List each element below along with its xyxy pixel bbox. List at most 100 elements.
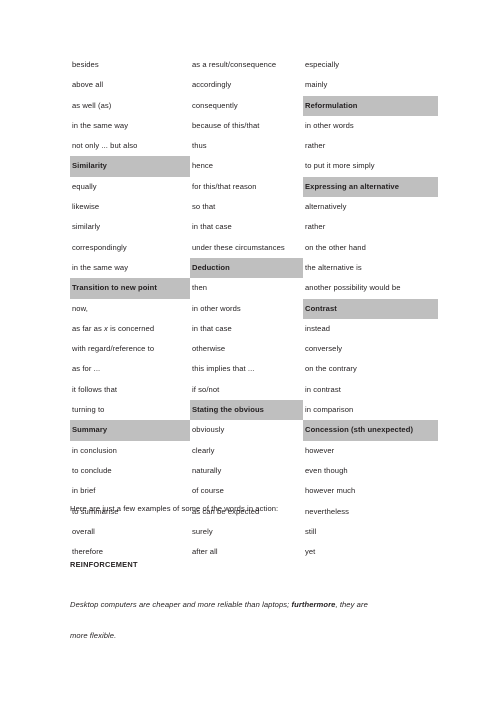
- word-cell: consequently: [192, 100, 238, 110]
- word-cell: in other words: [192, 303, 241, 313]
- word-cell: as well (as): [72, 100, 112, 110]
- table-row: as well (as) consequently Reformulation: [70, 95, 438, 116]
- word-cell: rather: [305, 141, 326, 151]
- word-cell: as far as x is concerned: [72, 323, 155, 333]
- word-cell: surely: [192, 526, 213, 536]
- word-cell: obviously: [192, 425, 225, 435]
- category-header-cell: Reformulation: [303, 95, 438, 116]
- category-header-cell: Contrast: [303, 298, 438, 319]
- italic-variable: x: [104, 323, 108, 333]
- word-cell: another possibility would be: [305, 283, 401, 293]
- category-header-cell: Similarity: [70, 156, 190, 177]
- category-header-cell: Summary: [70, 420, 190, 441]
- word-cell: however much: [305, 486, 356, 496]
- example-sentence-line-1: Desktop computers are cheaper and more r…: [70, 600, 450, 609]
- word-cell: because of this/that: [192, 120, 260, 130]
- word-cell: it follows that: [72, 384, 118, 394]
- table-row: Similarity hence to put it more simply: [70, 156, 438, 177]
- word-cell: likewise: [72, 202, 100, 212]
- table-row: as for ... this implies that ... on the co…: [70, 359, 438, 379]
- word-cell: rather: [305, 222, 326, 232]
- category-header-cell: Expressing an alternative: [303, 176, 438, 198]
- word-cell: otherwise: [192, 344, 226, 354]
- word-cell: correspondingly: [72, 242, 127, 252]
- example-sentence-line-2: more flexible.: [70, 631, 117, 640]
- table-row: in the same way because of this/that in ot…: [70, 116, 438, 136]
- table-row: now, in other words Contrast: [70, 298, 438, 319]
- word-cell: to put it more simply: [305, 161, 375, 171]
- table-row: equally for this/that reason Expressing an…: [70, 176, 438, 198]
- document-page: besides as a result/consequence especially…: [0, 0, 500, 707]
- section-heading-reinforcement: REINFORCEMENT: [70, 560, 138, 569]
- word-cell: as a result/consequence: [192, 60, 277, 69]
- table-row: likewise so that alternatively: [70, 197, 438, 217]
- word-cell: in the same way: [72, 120, 129, 130]
- category-header-cell: Stating the obvious: [190, 400, 303, 421]
- word-cell: mainly: [305, 80, 328, 90]
- category-header-cell: Deduction: [190, 257, 303, 279]
- word-cell: in that case: [192, 323, 232, 333]
- word-cell: still: [305, 526, 317, 536]
- linking-words-table: besides as a result/consequence especially…: [70, 55, 438, 562]
- word-cell: with regard/reference to: [72, 344, 155, 354]
- example-text-after: , they are: [335, 600, 368, 609]
- word-cell: alternatively: [305, 202, 347, 212]
- table-row: in the same way Deduction the alternative …: [70, 257, 438, 279]
- word-cell: in that case: [192, 222, 232, 232]
- table-row: overall surely still: [70, 522, 438, 542]
- word-cell: hence: [192, 161, 214, 171]
- table-row: correspondingly under these circumstances…: [70, 238, 438, 258]
- table-row: similarly in that case rather: [70, 217, 438, 237]
- table-row: not only ... but also thus rather: [70, 136, 438, 156]
- table-row: as far as x is concerned in that case inst…: [70, 319, 438, 339]
- word-cell: under these circumstances: [192, 242, 285, 252]
- table-row: with regard/reference to otherwise convers…: [70, 339, 438, 359]
- table-row: above all accordingly mainly: [70, 75, 438, 95]
- word-cell: this implies that ...: [192, 364, 255, 374]
- word-cell: to conclude: [72, 465, 112, 475]
- category-header-cell: Transition to new point: [70, 278, 190, 299]
- table-row: turning to Stating the obvious in comparis…: [70, 400, 438, 421]
- word-cell: similarly: [72, 222, 101, 232]
- word-cell: thus: [192, 141, 207, 151]
- word-cell: above all: [72, 80, 104, 90]
- word-cell: the alternative is: [305, 262, 362, 272]
- word-cell: turning to: [72, 405, 105, 415]
- table-row: in brief of course however much: [70, 481, 438, 501]
- word-cell: so that: [192, 202, 216, 212]
- category-header-cell: Concession (sth unexpected): [303, 420, 438, 441]
- word-cell: as for ...: [72, 364, 101, 374]
- word-cell: in the same way: [72, 262, 129, 272]
- word-cell: even though: [305, 465, 348, 475]
- table-row: Summary obviously Concession (sth unexpect…: [70, 420, 438, 441]
- word-cell: equally: [72, 181, 97, 191]
- example-text-before: Desktop computers are cheaper and more r…: [70, 600, 292, 609]
- word-cell: in brief: [72, 486, 96, 496]
- word-cell: naturally: [192, 465, 222, 475]
- word-cell: on the other hand: [305, 242, 366, 252]
- table-row: it follows that if so/not in contrast: [70, 380, 438, 400]
- word-cell: then: [192, 283, 208, 293]
- table-row: Transition to new point then another possi…: [70, 278, 438, 299]
- word-cell: if so/not: [192, 384, 220, 394]
- table-row: besides as a result/consequence especially: [70, 55, 438, 75]
- word-cell: however: [305, 445, 335, 455]
- word-cell: besides: [72, 60, 99, 69]
- word-cell: in conclusion: [72, 445, 117, 455]
- word-cell: instead: [305, 323, 331, 333]
- word-cell: especially: [305, 60, 340, 69]
- word-cell: in comparison: [305, 405, 354, 415]
- word-cell: in contrast: [305, 384, 341, 394]
- word-cell: on the contrary: [305, 364, 357, 374]
- word-cell: in other words: [305, 120, 354, 130]
- table-row: to conclude naturally even though: [70, 461, 438, 481]
- table-row: in conclusion clearly however: [70, 441, 438, 461]
- word-cell: not only ... but also: [72, 141, 138, 151]
- word-cell: conversely: [305, 344, 343, 354]
- word-cell: for this/that reason: [192, 181, 257, 191]
- word-cell: now,: [72, 303, 88, 313]
- word-cell: clearly: [192, 445, 215, 455]
- word-cell: accordingly: [192, 80, 232, 90]
- word-cell: of course: [192, 486, 224, 496]
- intro-line: Here are just a few examples of some of …: [70, 504, 279, 513]
